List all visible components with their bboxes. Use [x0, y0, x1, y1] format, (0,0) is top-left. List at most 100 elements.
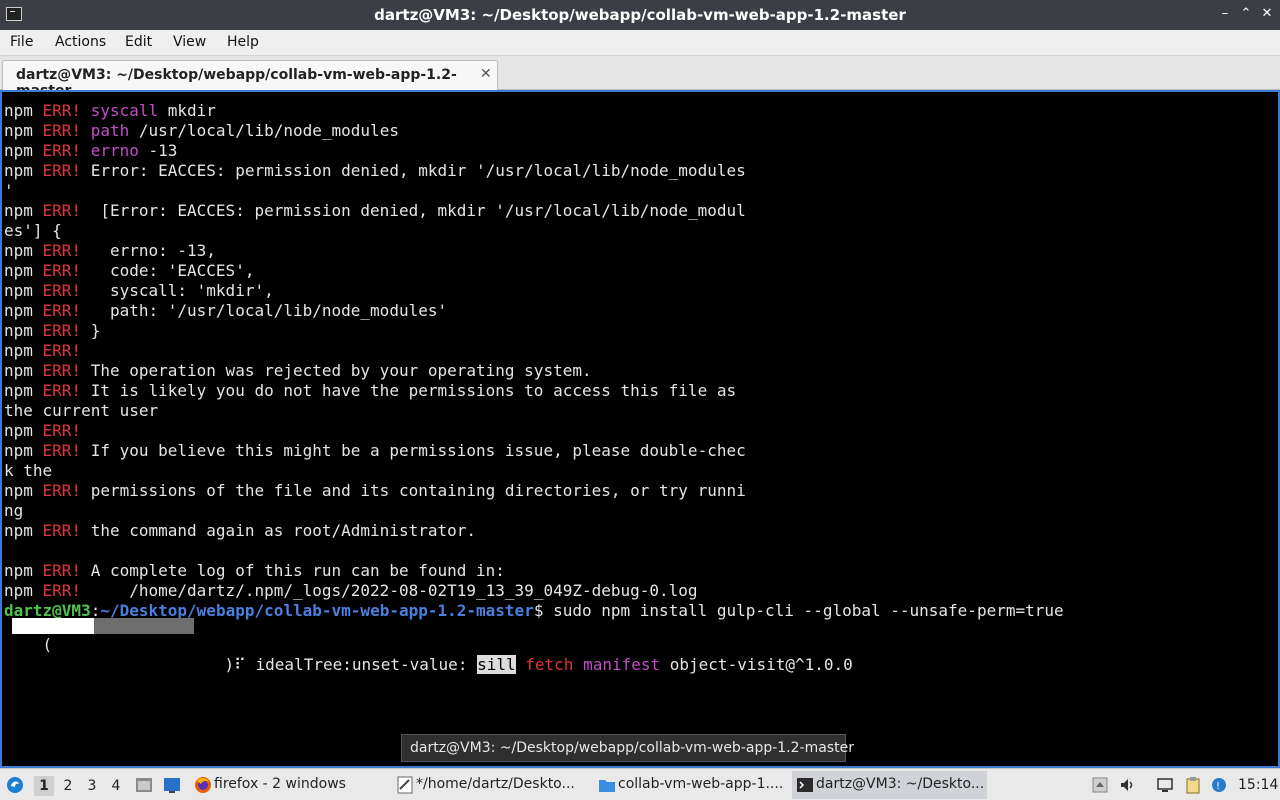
line-text: npm — [4, 281, 43, 300]
terminal-line: ' — [4, 181, 14, 201]
line-text: The operation was rejected by your opera… — [81, 361, 592, 380]
menu-view[interactable]: View — [173, 34, 206, 50]
terminal-line: npm ERR! [Error: EACCES: permission deni… — [4, 201, 746, 221]
task-firefox[interactable]: firefox - 2 windows — [190, 771, 385, 799]
err-tag: ERR! — [42, 481, 82, 500]
clock[interactable]: 15:14 — [1238, 777, 1278, 793]
line-text: npm — [4, 581, 43, 600]
terminal-line: npm ERR! errno: -13, — [4, 241, 216, 261]
err-tag: ERR! — [42, 101, 82, 120]
workspace-3[interactable]: 3 — [82, 776, 102, 796]
line-text: /usr/local/lib/node_modules — [129, 121, 399, 140]
terminal-line: npm ERR! A complete log of this run can … — [4, 561, 505, 581]
firefox-icon — [194, 776, 212, 794]
task-text-editor[interactable]: */home/dartz/Deskto... — [392, 771, 587, 799]
terminal-icon — [796, 776, 814, 794]
err-tag: ERR! — [42, 341, 82, 360]
line-text — [81, 101, 91, 120]
line-text: npm — [4, 201, 43, 220]
terminal-line: npm ERR! It is likely you do not have th… — [4, 381, 736, 401]
workspace-1[interactable]: 1 — [34, 776, 54, 796]
line-text: npm — [4, 121, 43, 140]
line-text: path — [90, 121, 130, 140]
minimize-button[interactable]: – — [1217, 6, 1233, 22]
close-window-button[interactable]: ✕ — [1259, 6, 1275, 22]
err-tag: ERR! — [42, 361, 82, 380]
volume-icon[interactable] — [1119, 776, 1137, 794]
line-text: mkdir — [158, 101, 216, 120]
terminal-line: npm ERR! the command again as root/Admin… — [4, 521, 476, 541]
line-text: [Error: EACCES: permission denied, mkdir… — [81, 201, 746, 220]
menu-help[interactable]: Help — [227, 34, 259, 50]
network-icon[interactable] — [1156, 776, 1174, 794]
progress-stage: manifest — [583, 655, 661, 674]
err-tag: ERR! — [42, 321, 82, 340]
menu-actions[interactable]: Actions — [55, 34, 106, 50]
line-text: k the — [4, 461, 53, 480]
menu-bar: File Actions Edit View Help — [0, 30, 1280, 56]
line-text: syscall: 'mkdir', — [81, 281, 274, 300]
task-label: */home/dartz/Deskto... — [416, 776, 575, 792]
workspace-4[interactable]: 4 — [106, 776, 126, 796]
progress-bar-remaining — [94, 618, 194, 634]
err-tag: ERR! — [42, 241, 82, 260]
update-notifier-icon[interactable]: ! — [1210, 776, 1228, 794]
line-text: es'] { — [4, 221, 62, 240]
line-text: npm — [4, 101, 43, 120]
line-text: errno: -13, — [81, 241, 216, 260]
line-text: npm — [4, 561, 43, 580]
text-editor-icon — [396, 776, 414, 794]
tray-minimize-icon[interactable] — [1091, 776, 1109, 794]
terminal-line: npm ERR! syscall: 'mkdir', — [4, 281, 274, 301]
terminal-output[interactable]: npm ERR! syscall mkdir npm ERR! path /usr… — [0, 90, 1280, 768]
window-titlebar[interactable]: dartz@VM3: ~/Desktop/webapp/collab-vm-we… — [0, 0, 1280, 30]
err-tag: ERR! — [42, 161, 82, 180]
err-tag: ERR! — [42, 421, 82, 440]
spinner-icon: ⠏ — [234, 655, 246, 674]
err-tag: ERR! — [42, 381, 82, 400]
err-tag: ERR! — [42, 581, 82, 600]
app-menu-icon[interactable] — [6, 776, 24, 794]
line-text — [81, 141, 91, 160]
task-terminal[interactable]: dartz@VM3: ~/Deskto... — [792, 771, 987, 799]
task-label: collab-vm-web-app-1.... — [618, 776, 784, 792]
line-text: npm — [4, 441, 43, 460]
line-text: errno — [90, 141, 139, 160]
file-manager-launcher-icon[interactable] — [135, 776, 153, 794]
log-level: sill — [477, 655, 516, 674]
terminal-line: npm ERR! If you believe this might be a … — [4, 441, 746, 461]
err-tag: ERR! — [42, 141, 82, 160]
menu-file[interactable]: File — [10, 34, 33, 50]
line-text: syscall — [90, 101, 159, 120]
folder-icon — [598, 776, 616, 794]
task-label: firefox - 2 windows — [214, 776, 346, 792]
line-text: npm — [4, 321, 43, 340]
line-text: npm — [4, 361, 43, 380]
line-text: npm — [4, 521, 43, 540]
terminal-line: npm ERR! Error: EACCES: permission denie… — [4, 161, 746, 181]
line-text: ng — [4, 501, 24, 520]
err-tag: ERR! — [42, 121, 82, 140]
menu-edit[interactable]: Edit — [125, 34, 152, 50]
task-folder[interactable]: collab-vm-web-app-1.... — [594, 771, 789, 799]
terminal-line: k the — [4, 461, 52, 481]
terminal-tab[interactable]: dartz@VM3: ~/Desktop/webapp/collab-vm-we… — [2, 60, 498, 99]
terminal-line: npm ERR! — [4, 421, 81, 441]
terminal-line: npm ERR! path: '/usr/local/lib/node_modu… — [4, 301, 447, 321]
tab-close-icon[interactable]: ✕ — [480, 66, 492, 82]
clipboard-icon[interactable] — [1184, 776, 1202, 794]
terminal-line: es'] { — [4, 221, 62, 241]
terminal-line: npm ERR! syscall mkdir — [4, 101, 216, 121]
npm-progress-line: ( )⠏ idealTree:unset-value: sill fetch m… — [4, 615, 853, 674]
workspace-2[interactable]: 2 — [58, 776, 78, 796]
line-text: permissions of the file and its containi… — [81, 481, 746, 500]
terminal-line: the current user — [4, 401, 158, 421]
line-text: the current user — [4, 401, 159, 420]
line-text: npm — [4, 241, 43, 260]
terminal-line: npm ERR! — [4, 341, 81, 361]
err-tag: ERR! — [42, 441, 82, 460]
maximize-button[interactable]: ⌃ — [1238, 6, 1254, 22]
err-tag: ERR! — [42, 281, 82, 300]
progress-bar — [12, 618, 194, 634]
show-desktop-icon[interactable] — [163, 776, 181, 794]
